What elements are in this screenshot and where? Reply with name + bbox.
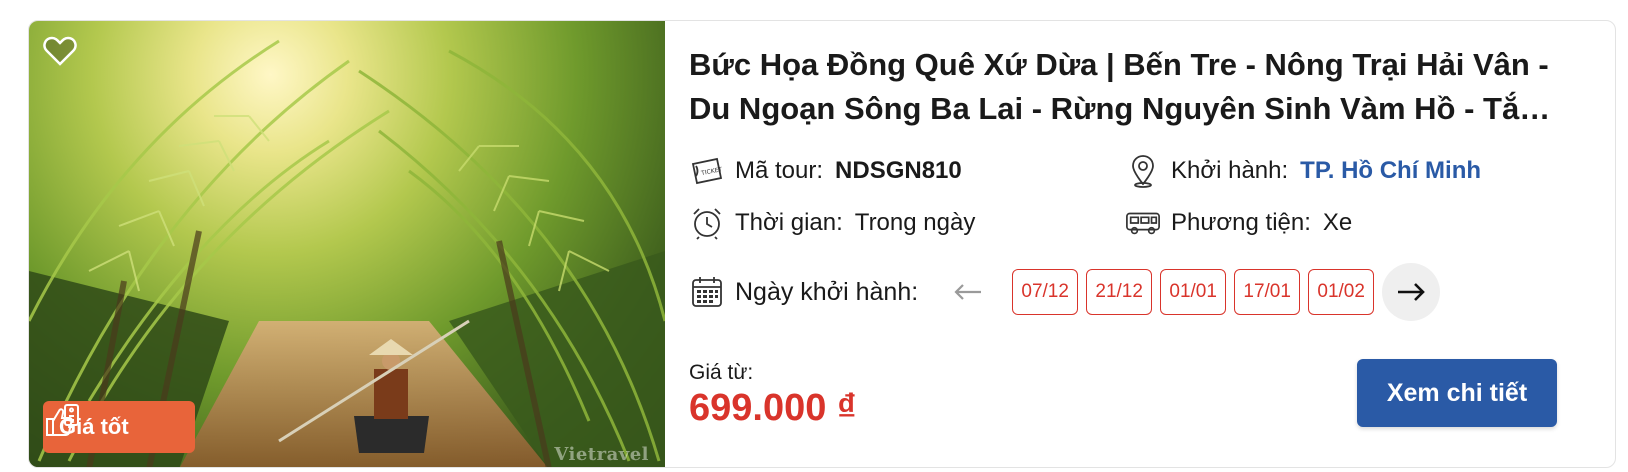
tour-code-row: TICKET Mã tour: NDSGN810: [689, 153, 962, 189]
tour-code-value: NDSGN810: [835, 157, 962, 184]
dates-prev-button[interactable]: [948, 272, 988, 312]
watermark-text: Vietravel: [554, 444, 649, 465]
transport-label: Phương tiện:: [1171, 209, 1311, 236]
date-chip[interactable]: 07/12: [1012, 269, 1079, 315]
tour-card: Vietravel Giá tốt Bức Họa Đồng Quê Xứ Dừ…: [28, 20, 1616, 468]
departure-dates-row: Ngày khởi hành: 07/12 21/12 01/01 17/01 …: [689, 263, 1441, 321]
price-label: Giá từ:: [689, 361, 754, 384]
date-chip[interactable]: 17/01: [1234, 269, 1301, 315]
tour-title[interactable]: Bức Họa Đồng Quê Xứ Dừa | Bến Tre - Nông…: [689, 43, 1569, 131]
duration-row: Thời gian: Trong ngày: [689, 205, 975, 241]
duration-label: Thời gian:: [735, 209, 843, 236]
transport-value: Xe: [1322, 209, 1353, 236]
departure-row: Khởi hành: TP. Hồ Chí Minh: [1125, 153, 1481, 189]
wishlist-button[interactable]: [43, 35, 83, 75]
date-chip[interactable]: 21/12: [1086, 269, 1153, 315]
dates-next-button[interactable]: [1382, 263, 1441, 321]
date-chip[interactable]: 01/02: [1308, 269, 1375, 315]
ticket-icon: TICKET: [689, 153, 725, 189]
tour-info: Bức Họa Đồng Quê Xứ Dừa | Bến Tre - Nông…: [661, 21, 1615, 467]
bus-icon: [1125, 205, 1161, 241]
alarm-clock-icon: [689, 205, 725, 241]
departure-label: Khởi hành:: [1171, 157, 1289, 184]
view-details-button[interactable]: Xem chi tiết: [1357, 359, 1557, 427]
tour-code-label: Mã tour:: [735, 157, 824, 184]
duration-value: Trong ngày: [854, 209, 976, 236]
map-pin-icon: [1125, 153, 1161, 189]
date-chip[interactable]: 01/01: [1160, 269, 1227, 315]
heart-icon: [43, 36, 77, 66]
svg-text:TICKET: TICKET: [700, 166, 723, 177]
good-price-badge: Giá tốt: [43, 401, 195, 453]
tour-photo[interactable]: Vietravel Giá tốt: [29, 21, 665, 467]
calendar-icon: [689, 274, 725, 310]
arrow-left-icon: [954, 284, 982, 300]
thumbs-up-price-tag-icon: [46, 404, 79, 436]
arrow-right-icon: [1398, 283, 1426, 301]
price-value: 699.000 ₫: [689, 387, 857, 429]
departure-value[interactable]: TP. Hồ Chí Minh: [1300, 157, 1481, 185]
departure-dates-label: Ngày khởi hành:: [735, 277, 919, 306]
transport-row: Phương tiện: Xe: [1125, 205, 1352, 241]
